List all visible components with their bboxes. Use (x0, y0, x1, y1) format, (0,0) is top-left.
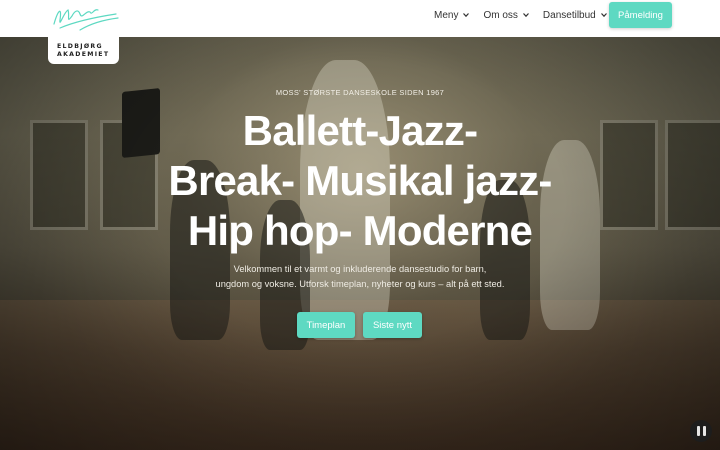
headline-line: Ballett-Jazz- (242, 107, 478, 154)
nav-item-meny[interactable]: Meny (434, 9, 470, 21)
hero-headline: Ballett-Jazz- Break- Musikal jazz- Hip h… (110, 106, 610, 256)
chevron-down-icon (600, 13, 607, 18)
nav-item-dansetilbud[interactable]: Dansetilbud (543, 10, 607, 21)
schedule-button[interactable]: Timeplan (297, 312, 355, 338)
register-button[interactable]: Påmelding (609, 2, 672, 28)
nav-item-label: Meny (434, 9, 459, 21)
headline-line: Hip hop- Moderne (187, 207, 533, 254)
nav-item-label: Dansetilbud (542, 9, 596, 21)
hero-eyebrow: MOSS' STØRSTE DANSESKOLE SIDEN 1967 (275, 88, 445, 97)
headline-line: Break- Musikal jazz- (168, 157, 552, 204)
news-button[interactable]: Siste nytt (363, 312, 422, 338)
chevron-down-icon (522, 13, 529, 18)
logo-line: ELDBJØRG (57, 43, 103, 50)
intro-line: ungdom og voksne. Utforsk timeplan, nyhe… (215, 279, 505, 289)
logo-line: AKADEMIET (57, 51, 110, 58)
chevron-down-icon (463, 13, 470, 18)
intro-line: Velkommen til et varmt og inkluderende d… (233, 264, 487, 274)
pause-bar (696, 426, 700, 436)
pause-icon[interactable] (690, 420, 712, 442)
logo-signature[interactable] (50, 2, 122, 36)
main-nav: Meny Om oss Dansetilbud (434, 0, 607, 30)
nav-item-om-oss[interactable]: Om oss (483, 9, 529, 21)
pause-bar (702, 426, 706, 436)
site-header: Meny Om oss Dansetilbud Påmelding (0, 0, 720, 37)
hero-intro: Velkommen til et varmt og inkluderende d… (190, 262, 530, 292)
nav-item-label: Om oss (483, 9, 518, 21)
logo-wordmark[interactable]: ELDBJØRG AKADEMIET (48, 37, 119, 64)
